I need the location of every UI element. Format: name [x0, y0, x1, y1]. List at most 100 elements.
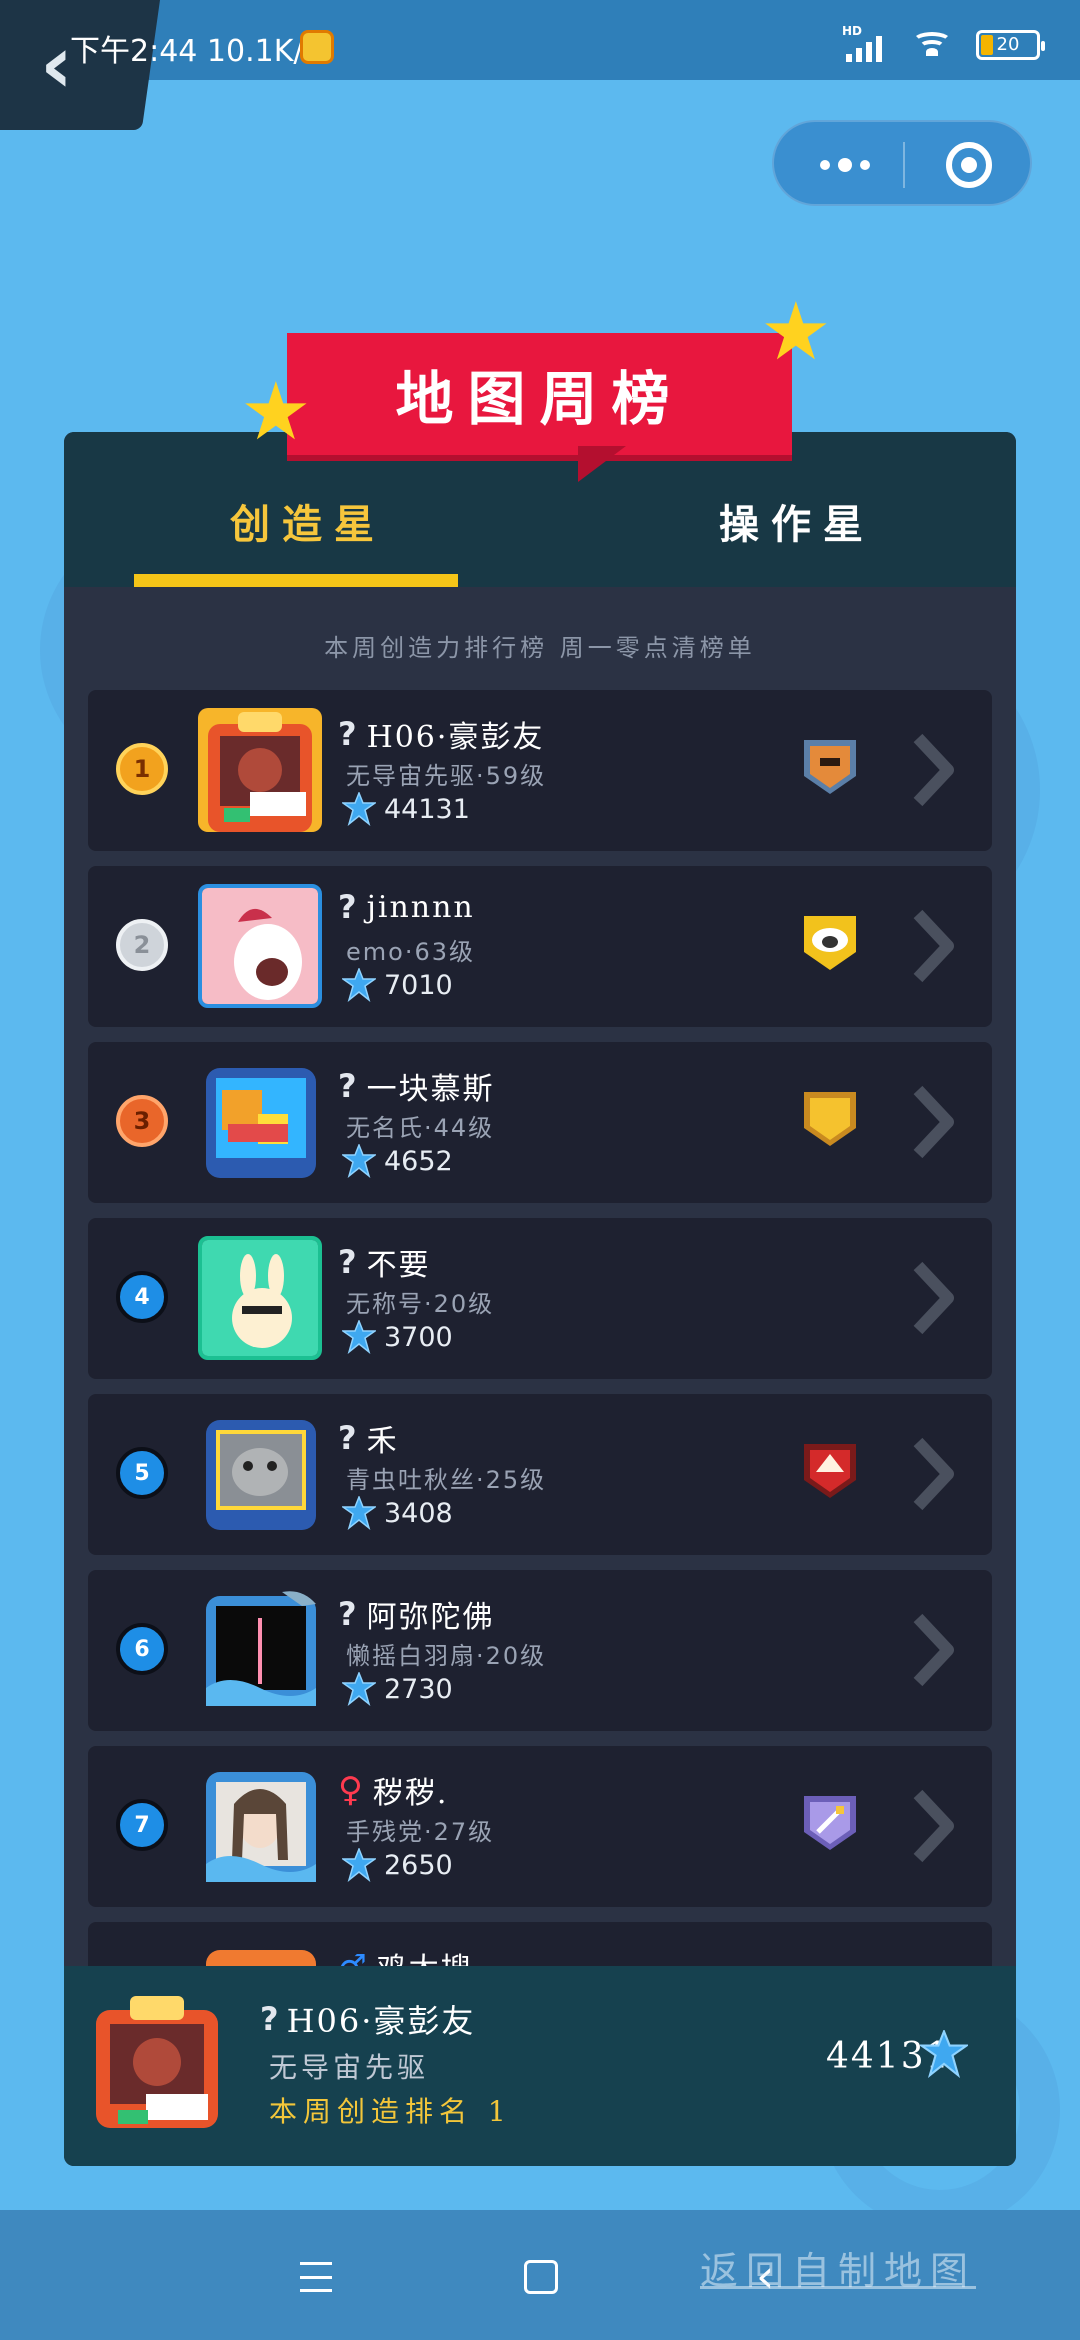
battery-icon: 20 [976, 30, 1045, 60]
chevron-right-icon[interactable] [908, 732, 958, 808]
player-title: 无导宙先驱·59级 [346, 762, 547, 790]
avatar [198, 884, 322, 1008]
leaderboard-row[interactable]: 2 ? jinnnn emo·63级 7010 [88, 866, 992, 1027]
sheep-badge-icon [804, 916, 856, 970]
close-target-icon[interactable] [946, 142, 992, 188]
player-name: 不要 [366, 1248, 431, 1283]
gender-unknown-icon: ? [338, 1243, 357, 1281]
star-gem-icon [342, 1320, 376, 1354]
home-icon[interactable] [524, 2260, 558, 2294]
player-score: 3408 [384, 1497, 453, 1529]
tab-bar: 创造星 操作星 [64, 432, 1016, 587]
avatar [198, 1588, 322, 1712]
capsule-divider [903, 142, 905, 188]
gender-female-icon: ♀ [338, 1770, 363, 1810]
fan-badge-icon [804, 1444, 856, 1498]
chevron-right-icon[interactable] [908, 1612, 958, 1688]
return-custom-map-button[interactable]: 返回自制地图 [700, 2240, 976, 2295]
sword-badge-icon [804, 1796, 856, 1850]
status-bar: ‹ 下午2:44 10.1K/s HD 20 [0, 0, 1080, 130]
leaderboard-row[interactable]: 7 ♀ 秽秽. 手残党·27级 2650 [88, 1746, 992, 1907]
page-title: 地图周榜 [395, 365, 684, 433]
rank-number: 6 [116, 1623, 168, 1675]
leaderboard-list[interactable]: 1 ? H06·豪彭友 无导宙先驱·59级 44131 2 ? jinnnn emo… [88, 690, 992, 1970]
player-name: H06·豪彭友 [366, 720, 545, 755]
star-gem-icon [342, 1848, 376, 1882]
chevron-right-icon[interactable] [908, 1084, 958, 1160]
rank-number: 7 [116, 1799, 168, 1851]
rank-number: 5 [116, 1447, 168, 1499]
leaderboard-row[interactable]: 4 ? 不要 无称号·20级 3700 [88, 1218, 992, 1379]
chevron-right-icon[interactable] [908, 908, 958, 984]
signal-icon: HD [842, 24, 888, 62]
gender-unknown-icon: ? [338, 1067, 357, 1105]
gender-unknown-icon: ? [338, 1419, 357, 1457]
wifi-icon [910, 28, 954, 62]
player-title: 手残党·27级 [346, 1818, 495, 1846]
player-name: 秽秽. [372, 1776, 449, 1811]
player-score: 2730 [384, 1673, 453, 1705]
player-name: 阿弥陀佛 [366, 1600, 495, 1635]
player-name: 一块慕斯 [366, 1072, 495, 1107]
leaderboard-row[interactable]: ♂ 鸡太搜 [88, 1922, 992, 1970]
star-gem-icon [342, 792, 376, 826]
gender-unknown-icon: ? [338, 715, 357, 753]
chevron-right-icon[interactable] [908, 1260, 958, 1336]
player-score: 4652 [384, 1145, 453, 1177]
player-title: 无称号·20级 [346, 1290, 495, 1318]
leaderboard-row[interactable]: 5 ? 禾 青虫吐秋丝·25级 3408 [88, 1394, 992, 1555]
leaderboard-row[interactable]: 1 ? H06·豪彭友 无导宙先驱·59级 44131 [88, 690, 992, 851]
star-gem-icon [920, 2030, 968, 2078]
player-score: 44131 [384, 793, 470, 825]
title-banner: 地图周榜 [287, 333, 792, 455]
player-score: 7010 [384, 969, 453, 1001]
avatar [198, 1236, 322, 1360]
tab-operation-star[interactable]: 操作星 [719, 492, 875, 550]
rank-number: 4 [116, 1271, 168, 1323]
rank-medal-silver: 2 [116, 919, 168, 971]
chevron-right-icon[interactable] [908, 1436, 958, 1512]
leaderboard-row[interactable]: 3 ? 一块慕斯 无名氏·44级 4652 [88, 1042, 992, 1203]
player-score: 2650 [384, 1849, 453, 1881]
my-name: H06·豪彭友 [286, 2002, 476, 2040]
gold-shield-badge-icon [804, 1092, 856, 1146]
avatar [198, 708, 322, 832]
chevron-right-icon[interactable] [908, 1788, 958, 1864]
gender-unknown-icon: ? [338, 1595, 357, 1633]
orange-face-badge-icon [804, 740, 856, 794]
more-icon[interactable] [810, 146, 880, 184]
player-title: 青虫吐秋丝·25级 [346, 1466, 547, 1494]
tab-creator-star[interactable]: 创造星 [230, 492, 386, 550]
star-gem-icon [342, 968, 376, 1002]
my-title: 无导宙先驱 [269, 2051, 430, 2084]
player-name: 禾 [366, 1424, 399, 1459]
star-decoration-icon: ★ [240, 365, 312, 458]
player-title: 无名氏·44级 [346, 1114, 495, 1142]
star-gem-icon [342, 1144, 376, 1178]
banner-tail [578, 446, 626, 482]
miniprogram-capsule [772, 120, 1032, 206]
leaderboard-panel: 创造星 操作星 本周创造力排行榜 周一零点清榜单 1 ? H06·豪彭友 无导宙先… [64, 432, 1016, 2166]
my-avatar [92, 1994, 222, 2134]
leaderboard-row[interactable]: 6 ? 阿弥陀佛 懒摇白羽扇·20级 2730 [88, 1570, 992, 1731]
player-score: 3700 [384, 1321, 453, 1353]
star-decoration-icon: ★ [760, 285, 832, 378]
player-title: emo·63级 [346, 938, 475, 966]
avatar [198, 1764, 322, 1888]
active-tab-indicator [134, 574, 458, 587]
rank-medal-bronze: 3 [116, 1095, 168, 1147]
avatar [198, 1412, 322, 1536]
leaderboard-subtitle: 本周创造力排行榜 周一零点清榜单 [324, 634, 756, 662]
status-time: 下午2:44 10.1K/s [70, 34, 320, 69]
menu-icon[interactable] [300, 2262, 332, 2292]
my-weekly-rank: 本周创造排名 1 [269, 2095, 512, 2128]
avatar [198, 1060, 322, 1184]
player-name: jinnnn [366, 889, 475, 925]
player-title: 懒摇白羽扇·20级 [346, 1642, 547, 1670]
rank-medal-gold: 1 [116, 743, 168, 795]
app-notification-icon [300, 30, 334, 64]
star-gem-icon [342, 1496, 376, 1530]
star-gem-icon [342, 1672, 376, 1706]
gender-unknown-icon: ? [338, 888, 357, 926]
my-rank-footer: ? H06·豪彭友 无导宙先驱 本周创造排名 1 44131 [64, 1966, 1016, 2166]
